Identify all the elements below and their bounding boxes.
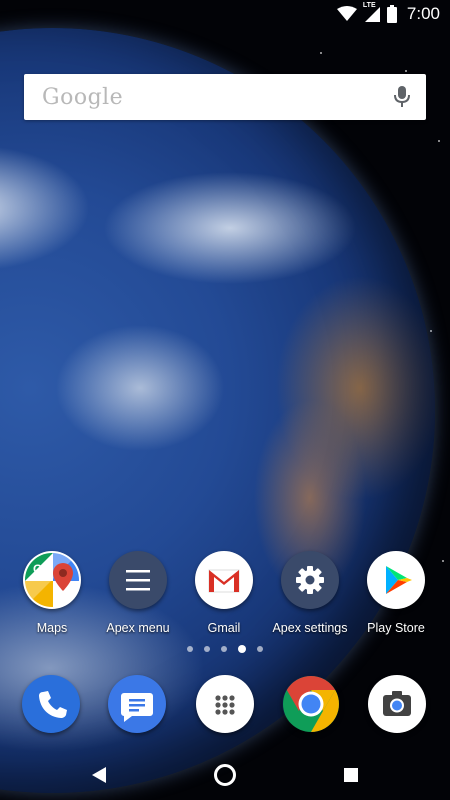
lte-signal-icon: LTE xyxy=(363,2,381,23)
recents-icon[interactable] xyxy=(338,762,364,788)
status-bar: LTE 7:00 xyxy=(0,0,450,28)
page-indicator xyxy=(0,645,450,653)
phone-icon[interactable] xyxy=(22,675,80,733)
page-dot xyxy=(257,646,263,652)
home-icon[interactable] xyxy=(212,762,238,788)
app-label-play-store: Play Store xyxy=(367,621,425,635)
app-maps[interactable]: G Maps xyxy=(8,551,96,635)
google-logo: Google xyxy=(42,84,124,110)
wifi-icon xyxy=(336,6,357,21)
maps-icon: G xyxy=(23,551,81,609)
page-dot xyxy=(204,646,210,652)
mic-icon[interactable] xyxy=(394,86,410,108)
app-apex-menu[interactable]: Apex menu xyxy=(94,551,182,635)
page-dot-active xyxy=(238,645,246,653)
app-gmail[interactable]: Gmail xyxy=(180,551,268,635)
svg-text:G: G xyxy=(33,562,42,576)
messages-icon[interactable] xyxy=(108,675,166,733)
app-drawer-icon[interactable] xyxy=(196,675,254,733)
app-apex-settings[interactable]: Apex settings xyxy=(266,551,354,635)
app-label-apex-settings: Apex settings xyxy=(272,621,348,635)
play-store-icon xyxy=(367,551,425,609)
page-dot xyxy=(221,646,227,652)
page-dot xyxy=(187,646,193,652)
status-time: 7:00 xyxy=(406,4,440,23)
google-search-bar[interactable]: Google xyxy=(24,74,426,120)
app-label-gmail: Gmail xyxy=(207,621,241,635)
gmail-icon xyxy=(195,551,253,609)
app-label-maps: Maps xyxy=(36,621,68,635)
app-label-apex-menu: Apex menu xyxy=(106,621,170,635)
back-icon[interactable] xyxy=(86,762,112,788)
app-play-store[interactable]: Play Store xyxy=(352,551,440,635)
camera-icon[interactable] xyxy=(368,675,426,733)
gear-icon xyxy=(281,551,339,609)
navigation-bar xyxy=(0,750,450,800)
chrome-icon[interactable] xyxy=(282,675,340,733)
battery-icon xyxy=(386,5,397,23)
apex-menu-icon xyxy=(109,551,167,609)
